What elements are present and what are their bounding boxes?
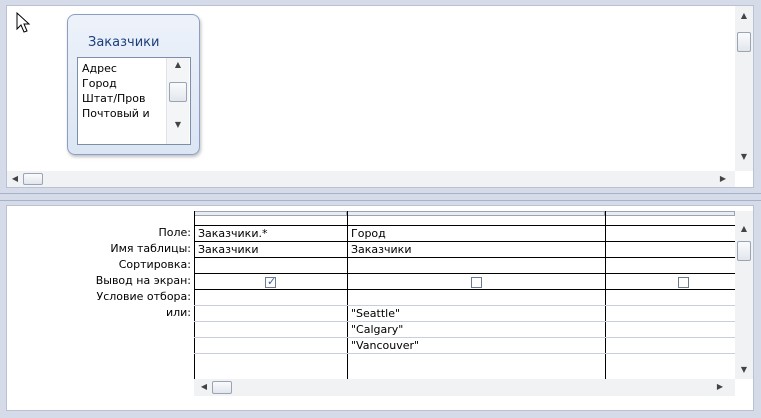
- row-labels: Поле: Имя таблицы: Сортировка: Вывод на …: [7, 206, 191, 386]
- grid-cell-or[interactable]: "Calgary": [348, 322, 605, 338]
- design-pane-horizontal-scrollbar[interactable]: ◀ ▶: [7, 171, 735, 187]
- query-design-pane: Заказчики Адрес Город Штат/Пров Почтовый…: [0, 0, 761, 193]
- table-canvas[interactable]: Заказчики Адрес Город Штат/Пров Почтовый…: [6, 5, 754, 188]
- row-label-sort: Сортировка:: [118, 258, 191, 271]
- column-selector[interactable]: [347, 211, 605, 216]
- mouse-pointer-icon: [16, 11, 31, 33]
- row-label-table: Имя таблицы:: [110, 242, 191, 255]
- scroll-left-icon[interactable]: ◀: [9, 174, 21, 184]
- scroll-down-icon[interactable]: ▼: [738, 365, 750, 375]
- field-list[interactable]: Адрес Город Штат/Пров Почтовый и ▲ ▼: [77, 57, 191, 145]
- show-checkbox[interactable]: [471, 277, 482, 288]
- row-label-criteria: Условие отбора:: [96, 290, 192, 303]
- field-item[interactable]: Штат/Пров: [82, 92, 156, 105]
- row-label-show: Вывод на экран:: [95, 274, 191, 287]
- scroll-up-icon[interactable]: ▲: [172, 60, 184, 70]
- row-label-or: или:: [165, 306, 191, 319]
- design-grid[interactable]: Поле: Имя таблицы: Сортировка: Вывод на …: [6, 205, 754, 411]
- grid-horizontal-scrollbar[interactable]: ◀ ▶: [194, 379, 735, 396]
- grid-cell-field[interactable]: Город: [348, 226, 605, 242]
- grid-vertical-scrollbar[interactable]: ▲ ▼: [735, 211, 753, 379]
- scroll-thumb[interactable]: [23, 173, 43, 185]
- scroll-left-icon[interactable]: ◀: [198, 382, 210, 392]
- show-checkbox[interactable]: ✓: [265, 275, 277, 288]
- scroll-down-icon[interactable]: ▼: [172, 120, 184, 130]
- scroll-right-icon[interactable]: ▶: [714, 382, 726, 392]
- query-grid-pane: Поле: Имя таблицы: Сортировка: Вывод на …: [0, 201, 761, 418]
- field-list-scrollbar[interactable]: ▲ ▼: [166, 58, 189, 144]
- grid-cell-or[interactable]: "Vancouver": [348, 338, 605, 354]
- scroll-thumb[interactable]: [169, 82, 187, 102]
- scroll-up-icon[interactable]: ▲: [738, 224, 750, 234]
- scroll-thumb[interactable]: [737, 241, 751, 261]
- grid-cell-criteria[interactable]: "Seattle": [348, 306, 605, 322]
- table-field-list-window[interactable]: Заказчики Адрес Город Штат/Пров Почтовый…: [67, 14, 200, 155]
- scroll-up-icon[interactable]: ▲: [738, 11, 750, 21]
- column-selector[interactable]: [194, 211, 347, 216]
- field-item[interactable]: Почтовый и: [82, 107, 156, 120]
- scroll-right-icon[interactable]: ▶: [717, 174, 729, 184]
- field-item[interactable]: Город: [82, 77, 156, 90]
- checkmark-icon: ✓: [267, 275, 277, 288]
- table-title[interactable]: Заказчики: [88, 35, 159, 50]
- grid-cell-table[interactable]: Заказчики: [195, 242, 347, 258]
- field-item[interactable]: Адрес: [82, 62, 156, 75]
- column-selector[interactable]: [605, 211, 735, 216]
- grid-cell-table[interactable]: Заказчики: [348, 242, 605, 258]
- row-label-field: Поле:: [158, 226, 191, 239]
- scroll-thumb[interactable]: [737, 32, 751, 52]
- show-checkbox[interactable]: [678, 277, 689, 288]
- grid-cell-field[interactable]: Заказчики.*: [195, 226, 347, 242]
- pane-splitter[interactable]: [0, 193, 761, 201]
- scroll-down-icon[interactable]: ▼: [738, 152, 750, 162]
- scroll-thumb[interactable]: [212, 381, 232, 394]
- design-pane-vertical-scrollbar[interactable]: ▲ ▼: [735, 6, 753, 171]
